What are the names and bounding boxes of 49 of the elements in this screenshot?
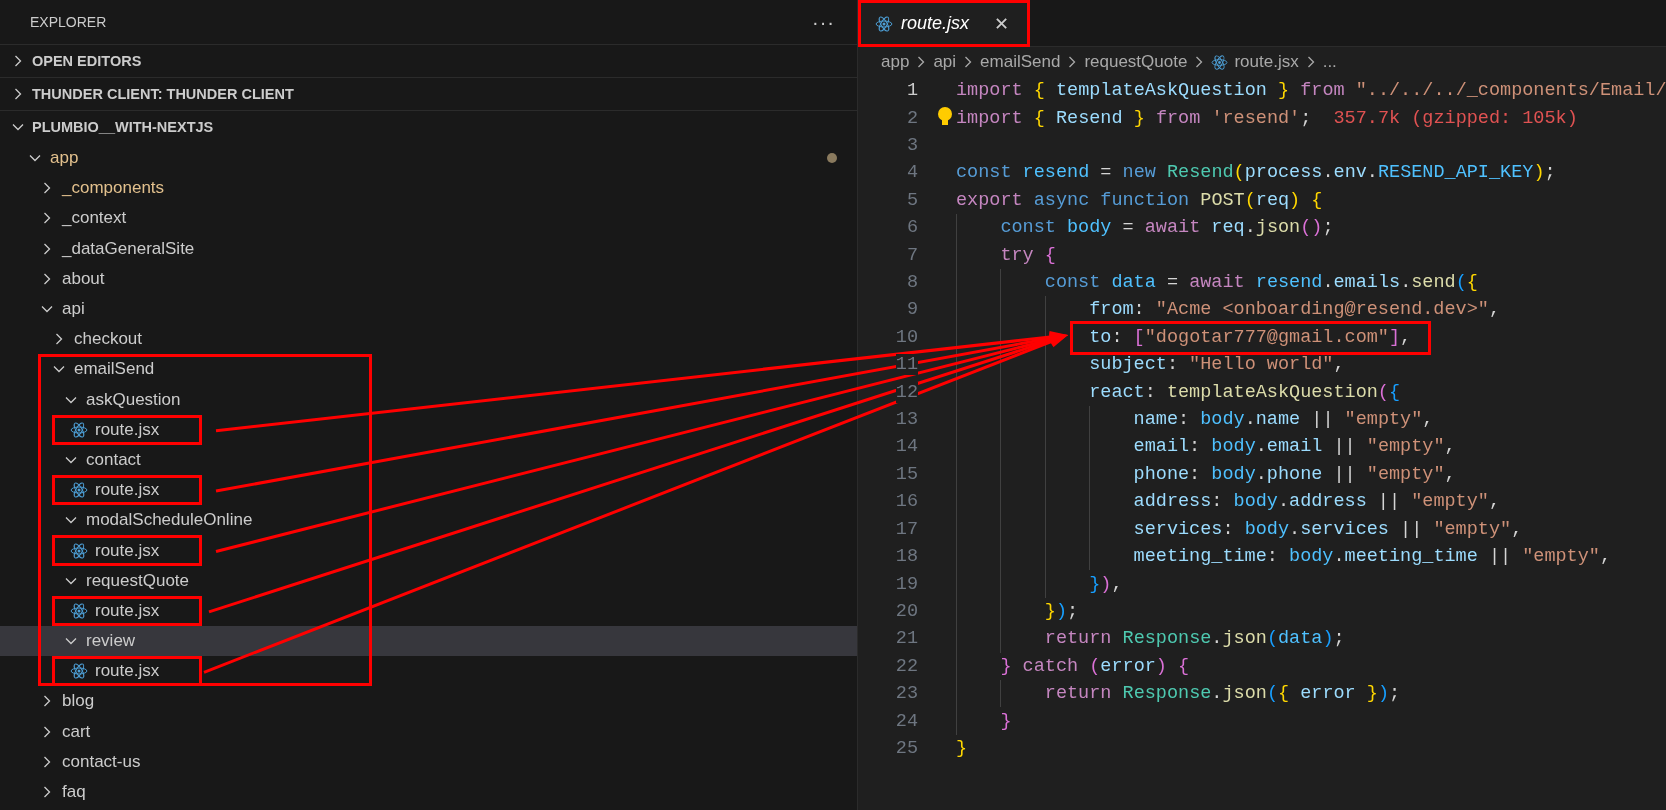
code-line: react: templateAskQuestion({ [1089,381,1401,403]
code-line: export async function POST(req) { [956,189,1323,211]
code-line: const body = await req.json(); [1000,217,1334,239]
code-line: services: body.services || "empty", [1133,518,1523,540]
code-line: import { Resend } from 'resend'; [956,107,1312,129]
breadcrumb-item[interactable]: ... [1322,52,1337,72]
code-line: name: body.name || "empty", [1133,409,1434,431]
line-number: 12 [895,381,918,403]
code-line: return Response.json(data); [1044,628,1345,650]
editor-tab[interactable]: route.jsx ✕ [858,0,1030,47]
breadcrumb-item[interactable]: route.jsx [1211,52,1299,72]
code-line: } [1000,710,1012,732]
code-line: from: "Acme <onboarding@resend.dev>", [1089,299,1500,321]
code-line: } catch (error) { [1000,655,1190,677]
atom-icon [1211,53,1229,71]
line-number: 11 [895,354,918,376]
folder-item[interactable]: app [0,143,857,174]
atom-icon [70,481,88,500]
folder-item[interactable]: review [0,626,857,657]
import-cost-hint: 357.7k (gzipped: 105k) [1333,107,1578,129]
atom-icon [70,420,88,439]
code-line: } [956,737,968,759]
close-icon[interactable]: ✕ [994,12,1009,35]
code-line: const data = await resend.emails.send({ [1044,272,1478,294]
code-line: meeting_time: body.meeting_time || "empty", [1133,546,1612,568]
code-line: return Response.json({ error }); [1044,683,1401,705]
breadcrumb-item[interactable]: app [881,52,910,72]
breadcrumb-item[interactable]: requestQuote [1084,52,1188,72]
atom-icon [70,662,88,681]
code-line: import { templateAskQuestion } from "../../../_components/Email/ [956,80,1666,102]
section-header[interactable]: OPEN EDITORS [0,44,857,77]
panel-title: EXPLORER [30,14,107,30]
breadcrumb-item[interactable]: api [933,52,957,72]
more-actions-button[interactable]: ··· [812,10,835,34]
section-header[interactable]: THUNDER CLIENT: THUNDER CLIENT [0,77,857,110]
breadcrumb-item[interactable]: emailSend [980,52,1061,72]
code-line: subject: "Hello world", [1089,354,1345,376]
code-line: phone: body.phone || "empty", [1133,463,1456,485]
code-line: to: ["dogotar777@gmail.com"], [1089,326,1412,348]
code-line: }); [1044,600,1079,622]
code-line: }), [1089,573,1123,595]
code-line: const resend = new Resend(process.env.RESEND_API_KEY); [956,162,1556,184]
code-line: email: body.email || "empty", [1133,436,1456,458]
code-line: try { [1000,244,1056,266]
code-line: address: body.address || "empty", [1133,491,1500,513]
atom-icon [875,14,893,33]
modified-dot [827,153,837,164]
atom-icon [70,541,88,560]
atom-icon [70,601,88,620]
